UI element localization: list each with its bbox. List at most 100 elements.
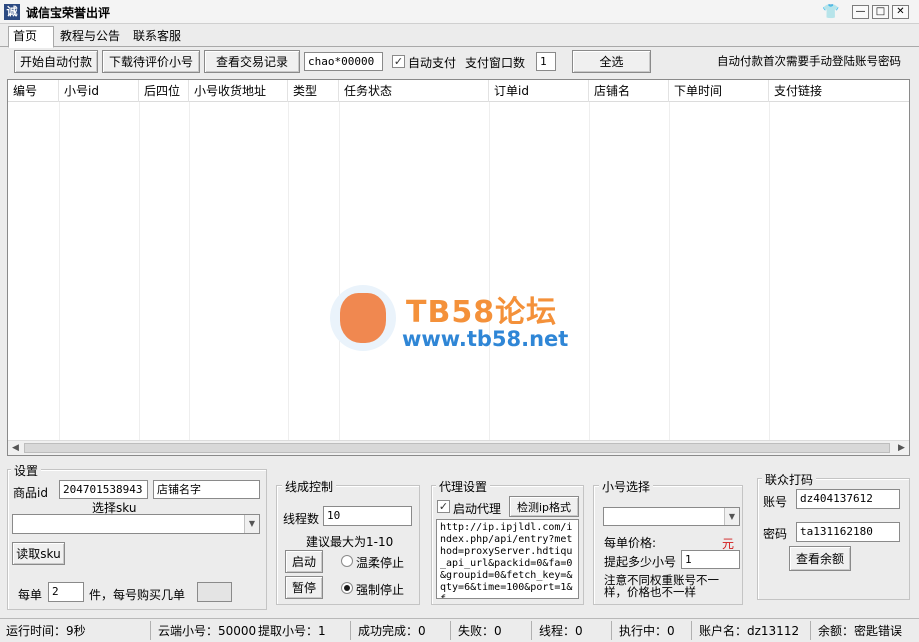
- column-header[interactable]: 小号id: [59, 80, 139, 102]
- column-divider: [669, 102, 670, 442]
- thread-start-button[interactable]: 启动: [285, 550, 323, 573]
- per-order-label: 每单: [18, 588, 43, 602]
- captcha-account-label: 账号: [763, 495, 788, 509]
- status-cloud-accounts: 云端小号：50000: [158, 624, 257, 638]
- tab-contact[interactable]: 联系客服: [129, 27, 189, 47]
- column-header[interactable]: 下单时间: [669, 80, 769, 102]
- horizontal-scrollbar[interactable]: ◀ ▶: [8, 440, 909, 455]
- column-divider: [59, 102, 60, 442]
- status-divider: [810, 621, 811, 640]
- thread-suggest-text: 建议最大为1-10: [306, 535, 394, 549]
- gentle-stop-label: 温柔停止: [356, 556, 405, 570]
- status-divider: [611, 621, 612, 640]
- status-divider: [350, 621, 351, 640]
- tab-home[interactable]: 首页: [8, 26, 54, 48]
- column-header[interactable]: 编号: [8, 80, 59, 102]
- scroll-right-icon[interactable]: ▶: [894, 441, 909, 455]
- scrollbar-thumb[interactable]: [24, 443, 890, 453]
- status-divider: [450, 621, 451, 640]
- status-threads: 线程：0: [539, 624, 583, 638]
- product-id-label: 商品id: [13, 486, 48, 500]
- enable-proxy-checkbox[interactable]: ✓: [437, 500, 450, 513]
- notice-text: 自动付款首次需要手动登陆账号密码: [717, 54, 901, 68]
- tab-bar: 首页 教程与公告 联系客服: [0, 25, 919, 48]
- shop-name-field[interactable]: 店铺名字: [153, 480, 260, 499]
- column-header[interactable]: 后四位: [139, 80, 189, 102]
- column-divider: [339, 102, 340, 442]
- maximize-button[interactable]: □: [872, 5, 889, 19]
- captcha-password-label: 密码: [763, 527, 788, 541]
- captcha-password-field[interactable]: ta131162180: [796, 522, 900, 542]
- scroll-left-icon[interactable]: ◀: [8, 441, 23, 455]
- captcha-legend: 联众打码: [762, 471, 817, 488]
- column-header[interactable]: 类型: [288, 80, 339, 102]
- status-success: 成功完成：0: [358, 624, 426, 638]
- hand-icon: [340, 293, 386, 343]
- status-failed: 失败：0: [458, 624, 502, 638]
- task-table[interactable]: 编号 小号id 后四位 小号收货地址 类型 任务状态 订单id 店铺名 下单时间…: [7, 79, 910, 456]
- per-account-field[interactable]: [197, 582, 232, 602]
- proxy-url-textarea[interactable]: http://ip.ipjldl.com/index.php/api/entry…: [436, 519, 579, 599]
- column-divider: [189, 102, 190, 442]
- thread-control-legend: 线成控制: [282, 478, 337, 495]
- sku-dropdown[interactable]: ▼: [12, 514, 260, 534]
- captcha-account-field[interactable]: dz404137612: [796, 489, 900, 509]
- min-accounts-field[interactable]: 1: [681, 550, 740, 569]
- window-title: 诚信宝荣誉出评: [26, 6, 111, 20]
- start-auto-pay-button[interactable]: 开始自动付款: [14, 50, 98, 73]
- column-header[interactable]: 任务状态: [339, 80, 489, 102]
- thread-pause-button[interactable]: 暂停: [285, 576, 323, 599]
- status-divider: [150, 621, 151, 640]
- account-type-dropdown[interactable]: ▼: [603, 507, 740, 526]
- auto-pay-checkbox[interactable]: ✓: [392, 55, 405, 68]
- price-label: 每单价格:: [604, 536, 657, 550]
- column-header[interactable]: 小号收货地址: [189, 80, 288, 102]
- status-running: 执行中：0: [619, 624, 675, 638]
- auto-pay-label: 自动支付: [408, 56, 457, 70]
- per-order-field[interactable]: 2: [48, 582, 84, 602]
- read-sku-button[interactable]: 读取sku: [12, 542, 65, 565]
- minimize-button[interactable]: —: [852, 5, 869, 19]
- app-logo-icon: 诚: [4, 4, 20, 20]
- hand-logo-icon: [330, 285, 396, 351]
- enable-proxy-label: 启动代理: [453, 502, 502, 516]
- settings-legend: 设置: [11, 462, 42, 479]
- column-divider: [489, 102, 490, 442]
- status-divider: [531, 621, 532, 640]
- product-id-field[interactable]: 204701538943: [59, 480, 148, 499]
- status-runtime: 运行时间：9秒: [6, 624, 86, 638]
- pay-window-field[interactable]: 1: [536, 52, 556, 71]
- status-balance: 余额：密匙错误: [818, 624, 903, 638]
- column-divider: [288, 102, 289, 442]
- watermark: TB58论坛 www.tb58.net: [330, 285, 590, 355]
- column-header[interactable]: 支付链接: [769, 80, 909, 102]
- chevron-down-icon[interactable]: ▼: [724, 508, 739, 525]
- skin-icon[interactable]: 👕: [822, 4, 839, 20]
- thread-count-field[interactable]: 10: [323, 506, 412, 526]
- view-records-button[interactable]: 查看交易记录: [204, 50, 300, 73]
- table-header: 编号 小号id 后四位 小号收货地址 类型 任务状态 订单id 店铺名 下单时间…: [8, 80, 909, 102]
- force-stop-radio[interactable]: [341, 582, 353, 594]
- status-divider: [691, 621, 692, 640]
- watermark-url: www.tb58.net: [402, 327, 569, 351]
- proxy-legend: 代理设置: [436, 478, 491, 495]
- min-accounts-label: 提起多少小号: [604, 555, 677, 569]
- check-ip-button[interactable]: 检测ip格式: [509, 496, 579, 517]
- per-order-suffix: 件，每号购买几单: [89, 588, 186, 602]
- chevron-down-icon[interactable]: ▼: [244, 515, 259, 533]
- status-account-name: 账户名：dz13112: [699, 624, 800, 638]
- status-bar: 运行时间：9秒 云端小号：50000 提取小号：1 成功完成：0 失败：0 线程…: [0, 618, 919, 642]
- column-header[interactable]: 订单id: [489, 80, 589, 102]
- select-all-button[interactable]: 全选: [572, 50, 651, 73]
- view-balance-button[interactable]: 查看余额: [789, 546, 851, 571]
- column-header[interactable]: 店铺名: [589, 80, 669, 102]
- tab-tutorial[interactable]: 教程与公告: [56, 27, 128, 47]
- account-field[interactable]: chao*00000: [304, 52, 383, 71]
- account-select-legend: 小号选择: [599, 478, 654, 495]
- download-accounts-button[interactable]: 下载待评价小号: [102, 50, 200, 73]
- watermark-title: TB58论坛: [406, 295, 558, 330]
- gentle-stop-radio[interactable]: [341, 555, 353, 567]
- close-button[interactable]: ✕: [892, 5, 909, 19]
- status-fetched-accounts: 提取小号：1: [258, 624, 326, 638]
- thread-count-label: 线程数: [283, 512, 320, 526]
